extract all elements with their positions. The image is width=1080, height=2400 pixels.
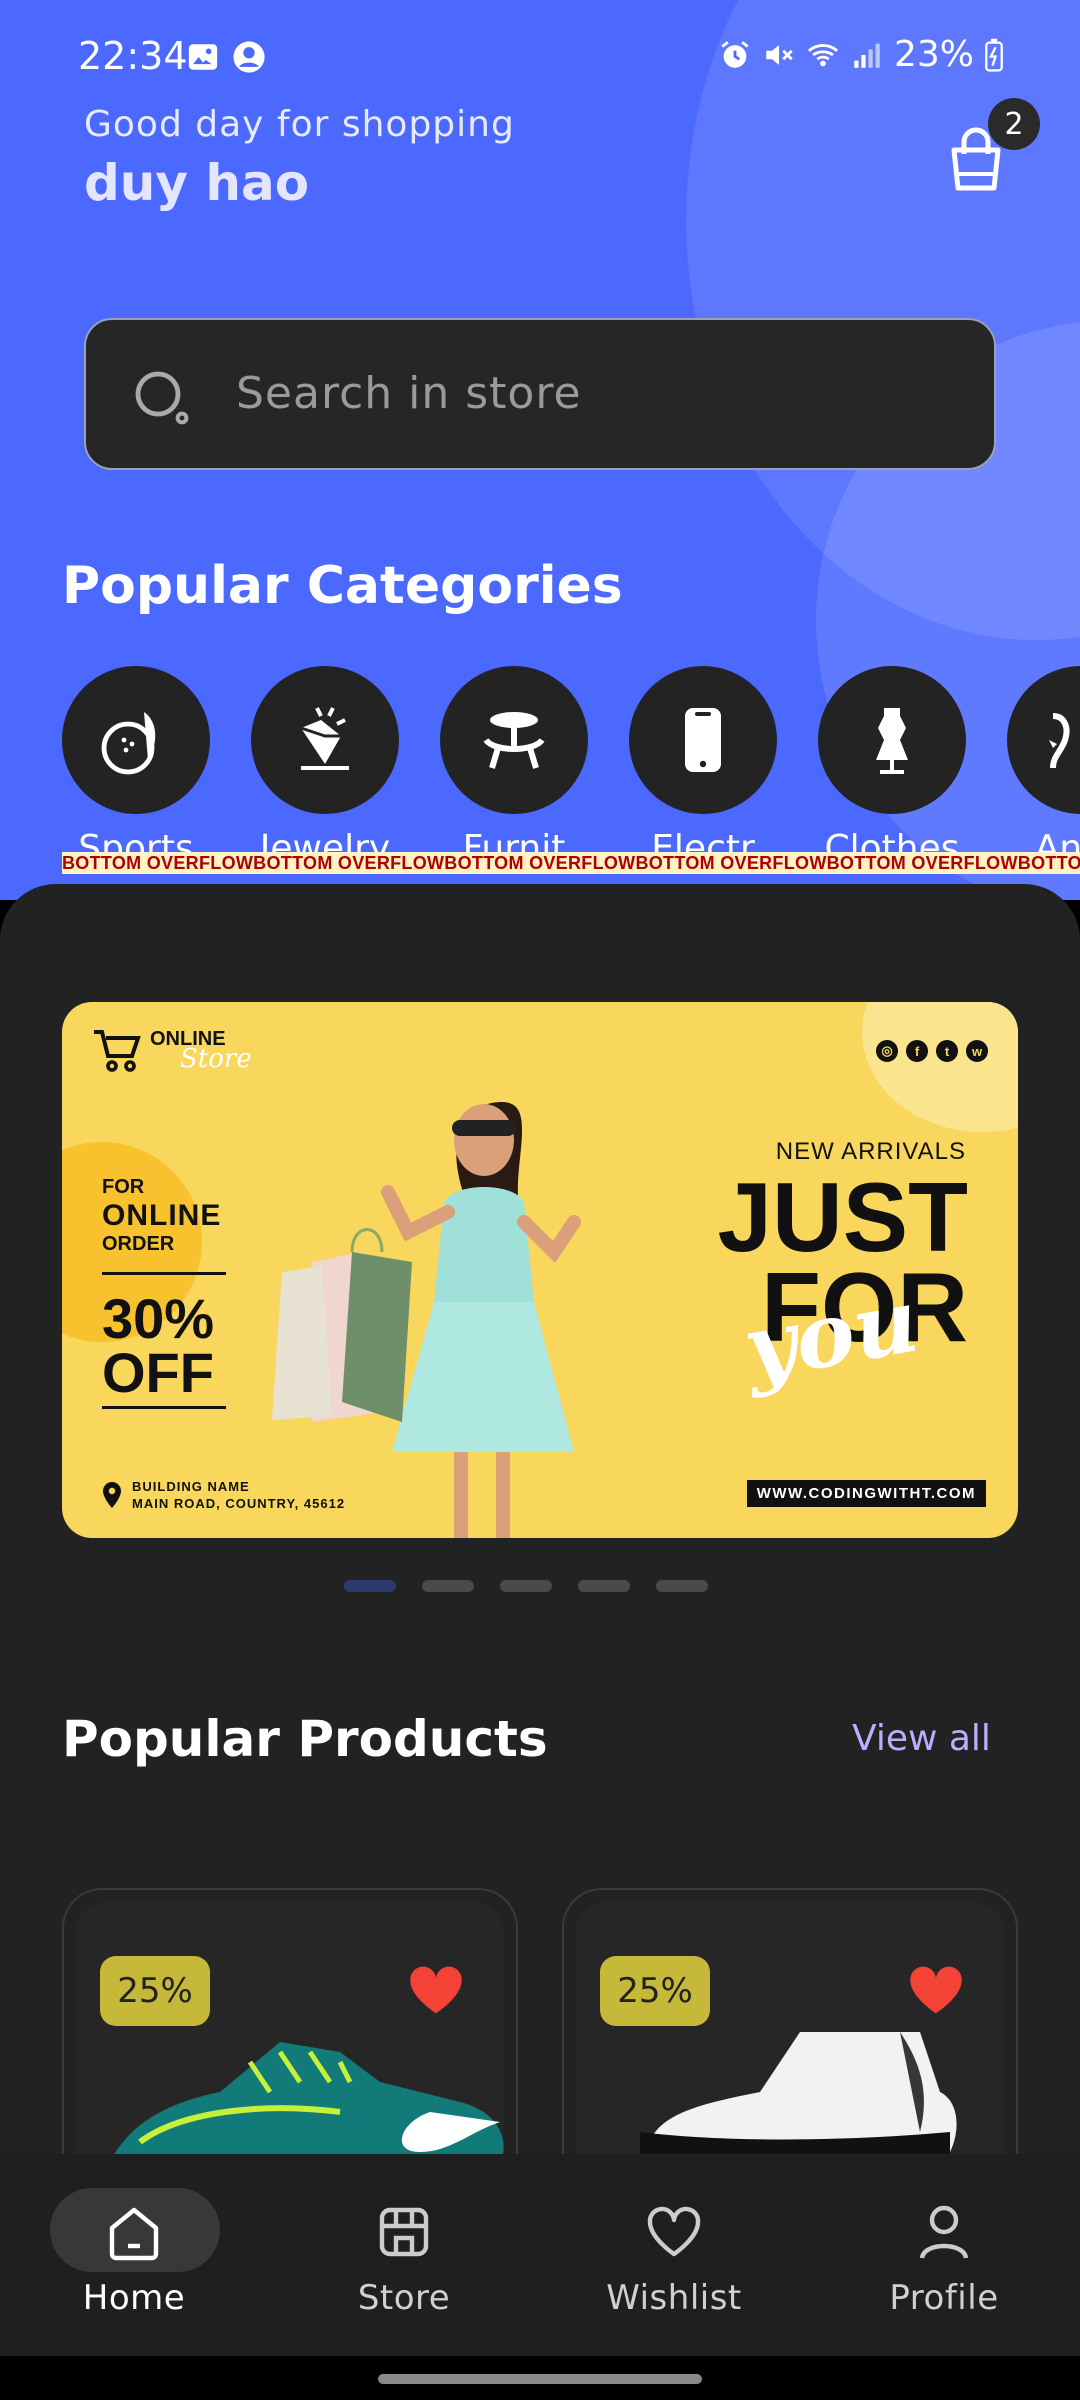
heart-icon <box>647 2206 701 2257</box>
view-all-button[interactable]: View all <box>852 1718 991 1759</box>
category-item[interactable]: Jewelry <box>251 666 399 866</box>
clothes-icon <box>876 708 908 774</box>
store-logo: ONLINE Store <box>92 1028 252 1074</box>
animals-icon <box>1049 713 1070 769</box>
electronics-icon <box>685 708 721 772</box>
nav-label: Store <box>357 2278 451 2318</box>
popular-categories-title: Popular Categories <box>62 556 623 616</box>
overflow-warning-text: BOTTOM OVERFLOWBOTTOM OVERFLOWBOTTOM OVE… <box>62 852 1080 874</box>
gesture-navigation-bar[interactable] <box>378 2374 702 2384</box>
category-item[interactable]: Electr <box>629 666 777 866</box>
mute-icon <box>766 44 793 65</box>
carousel-dot[interactable] <box>422 1580 474 1592</box>
alarm-icon <box>721 40 749 68</box>
cart-count-badge: 2 <box>988 98 1040 150</box>
greeting-text: Good day for shopping <box>84 104 515 145</box>
nav-wishlist[interactable]: Wishlist <box>574 2188 774 2338</box>
nav-label: Profile <box>889 2278 999 2318</box>
search-bar[interactable]: Search in store <box>84 318 996 470</box>
carousel-dot[interactable] <box>500 1580 552 1592</box>
carousel-dot[interactable] <box>344 1580 396 1592</box>
facebook-icon: f <box>906 1040 928 1062</box>
bottom-navigation: Home Store Wishlist Profile <box>0 2154 1080 2356</box>
whatsapp-icon: w <box>966 1040 988 1062</box>
carousel-dot[interactable] <box>578 1580 630 1592</box>
wifi-icon <box>807 43 839 66</box>
overflow-warning: BOTTOM OVERFLOWBOTTOM OVERFLOWBOTTOM OVE… <box>62 852 1080 874</box>
home-header: 22:34 23% Good day for shopping duy hao … <box>0 0 1080 900</box>
account-icon <box>233 41 265 73</box>
sports-icon <box>101 712 156 775</box>
status-time: 22:34 <box>78 34 188 78</box>
nav-home[interactable]: Home <box>34 2188 234 2338</box>
product-card[interactable]: 25% <box>62 1888 518 2154</box>
nav-store[interactable]: Store <box>304 2188 504 2338</box>
nav-label: Wishlist <box>606 2278 742 2318</box>
cart-icon <box>94 1030 141 1072</box>
discount-badge: 25% <box>600 1956 710 2026</box>
product-image-container: 25% <box>576 1902 1004 2154</box>
location-pin-icon <box>103 1482 121 1508</box>
search-icon <box>135 371 189 425</box>
store-icon <box>379 2207 429 2257</box>
product-card[interactable]: 25% <box>562 1888 1018 2154</box>
home-body: ONLINE Store ◎ f t w FOR ONLINE ORDER 30… <box>0 884 1080 2154</box>
product-image-container: 25% <box>76 1902 504 2154</box>
category-item[interactable]: Furnit <box>440 666 588 866</box>
category-item[interactable]: Clothes <box>818 666 966 866</box>
carousel-indicator <box>344 1580 708 1592</box>
product-image <box>114 2042 504 2154</box>
status-bar: 22:34 23% <box>0 30 1080 90</box>
heart-icon[interactable] <box>908 1962 964 2018</box>
battery-charging-icon <box>985 38 1003 72</box>
promo-banner[interactable]: ONLINE Store ◎ f t w FOR ONLINE ORDER 30… <box>62 1002 1018 1538</box>
signal-icon <box>854 43 880 68</box>
social-icons: ◎ f t w <box>876 1040 988 1062</box>
category-item[interactable]: Anim <box>1007 666 1080 866</box>
user-name: duy hao <box>84 154 310 212</box>
categories-list[interactable]: Sports Jewelry Furnit Electr Clothes An <box>62 666 1080 866</box>
jewelry-icon <box>300 707 349 770</box>
product-image <box>640 2032 957 2154</box>
popular-products-title: Popular Products <box>62 1710 548 1768</box>
nav-label: Home <box>82 2278 186 2318</box>
home-icon <box>109 2207 159 2261</box>
heart-icon[interactable] <box>408 1962 464 2018</box>
search-input[interactable]: Search in store <box>236 368 582 419</box>
shopper-illustration <box>272 1102 581 1538</box>
category-item[interactable]: Sports <box>62 666 210 866</box>
carousel-dot[interactable] <box>656 1580 708 1592</box>
battery-percent: 23% <box>893 34 974 75</box>
discount-badge: 25% <box>100 1956 210 2026</box>
instagram-icon: ◎ <box>876 1040 898 1062</box>
furniture-icon <box>483 712 545 769</box>
twitter-icon: t <box>936 1040 958 1062</box>
banner-url: WWW.CODINGWITHT.COM <box>746 1480 986 1507</box>
nav-profile[interactable]: Profile <box>844 2188 1044 2338</box>
profile-icon <box>919 2205 969 2259</box>
gallery-icon <box>188 44 218 70</box>
